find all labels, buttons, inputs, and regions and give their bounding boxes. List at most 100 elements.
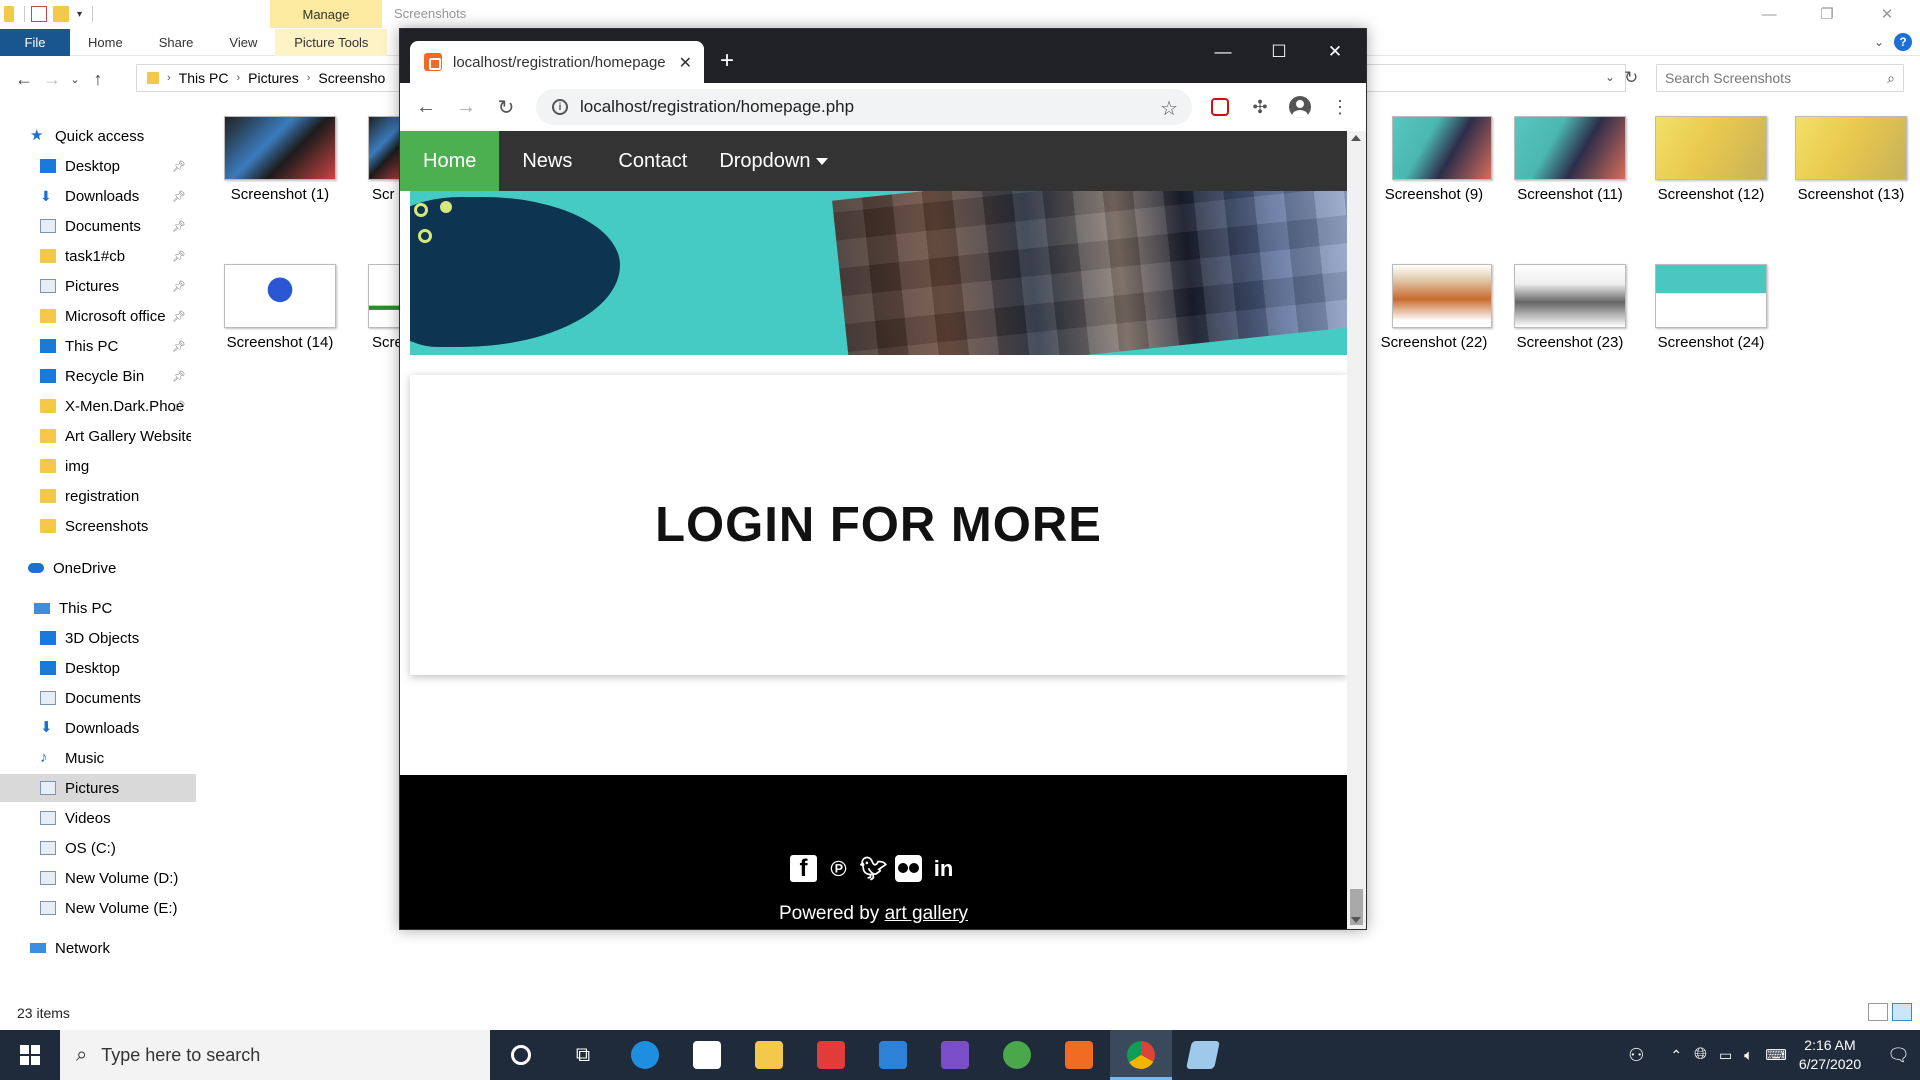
chrome-app[interactable]: [1110, 1030, 1172, 1080]
file-item[interactable]: Scre: [360, 264, 400, 351]
chevron-up-icon[interactable]: ⌃: [1670, 1047, 1682, 1064]
breadcrumb-screenshots[interactable]: Screensho: [318, 70, 385, 86]
nav-home-link[interactable]: Home: [400, 131, 500, 191]
store-app[interactable]: [676, 1030, 738, 1080]
forward-arrow-icon[interactable]: →: [452, 93, 480, 121]
notifications-icon[interactable]: 🗨︎: [1887, 1045, 1910, 1066]
sidebar-item-quick[interactable]: Documents 📌︎: [40, 212, 196, 240]
scroll-down-arrow-icon[interactable]: [1351, 917, 1361, 923]
back-arrow-icon[interactable]: ←: [10, 69, 38, 90]
sidebar-item-pc[interactable]: ⬇ Downloads: [40, 714, 196, 742]
sidebar-item-pc[interactable]: 3D Objects: [40, 624, 196, 652]
restore-button[interactable]: ❐: [1804, 0, 1850, 28]
address-dropdown-icon[interactable]: ⌄: [1605, 70, 1615, 84]
file-item[interactable]: Screenshot (22): [1364, 264, 1504, 351]
close-button[interactable]: ✕: [1864, 0, 1910, 28]
flickr-icon[interactable]: [895, 855, 922, 882]
sidebar-item-pc[interactable]: Desktop: [40, 654, 196, 682]
pin-icon[interactable]: 📌︎: [172, 280, 186, 293]
sidebar-item-quick-access[interactable]: ★ Quick access: [30, 122, 196, 150]
twitter-icon[interactable]: 🐦︎: [860, 855, 888, 882]
nav-contact-link[interactable]: Contact: [595, 131, 710, 191]
pin-icon[interactable]: 📌︎: [172, 340, 186, 353]
linkedin-icon[interactable]: in: [930, 855, 957, 882]
new-folder-icon[interactable]: [53, 6, 69, 22]
keyboard-icon[interactable]: ⌨: [1765, 1046, 1787, 1064]
cortana-button[interactable]: [490, 1030, 552, 1080]
refresh-icon[interactable]: ↻: [1624, 68, 1638, 88]
sidebar-item-quick[interactable]: ⬇ Downloads 📌︎: [40, 182, 196, 210]
expand-ribbon-icon[interactable]: ⌄: [1874, 35, 1884, 49]
volume-icon[interactable]: 🔈︎: [1744, 1047, 1753, 1064]
photos-app[interactable]: [1172, 1030, 1234, 1080]
large-icons-view-icon[interactable]: [1892, 1003, 1912, 1021]
sidebar-item-network[interactable]: Network: [30, 934, 196, 962]
visual-studio-app[interactable]: [924, 1030, 986, 1080]
art-gallery-link[interactable]: art gallery: [885, 903, 968, 924]
forward-arrow-icon[interactable]: →: [38, 69, 66, 90]
sidebar-item-pc[interactable]: New Volume (D:): [40, 864, 196, 892]
tab-share[interactable]: Share: [141, 29, 212, 56]
sidebar-item-onedrive[interactable]: OneDrive: [28, 554, 196, 582]
file-item[interactable]: Screenshot (24): [1641, 264, 1781, 351]
breadcrumb-this-pc[interactable]: This PC: [179, 70, 229, 86]
close-button[interactable]: ✕: [1312, 37, 1358, 67]
breadcrumb-pictures[interactable]: Pictures: [248, 70, 299, 86]
back-arrow-icon[interactable]: ←: [412, 93, 440, 121]
tab-view[interactable]: View: [211, 29, 275, 56]
pin-icon[interactable]: 📌︎: [172, 250, 186, 263]
search-input[interactable]: Search Screenshots ⌕: [1656, 64, 1904, 92]
sidebar-item-pc[interactable]: ♪ Music: [40, 744, 196, 772]
customize-dropdown-icon[interactable]: ▾: [77, 9, 82, 20]
sidebar-item-quick[interactable]: Microsoft office 📌︎: [40, 302, 196, 330]
pin-icon[interactable]: 📌︎: [172, 220, 186, 233]
sidebar-item-quick[interactable]: Art Gallery Website: [40, 422, 196, 450]
sidebar-item-pc[interactable]: Documents: [40, 684, 196, 712]
manage-tab[interactable]: Manage: [270, 0, 382, 28]
file-item[interactable]: Screenshot (13): [1781, 116, 1920, 203]
sidebar-item-quick[interactable]: Pictures 📌︎: [40, 272, 196, 300]
file-item[interactable]: Screenshot (14): [210, 264, 350, 351]
file-explorer-app[interactable]: [738, 1030, 800, 1080]
pocket-extension-icon[interactable]: [1206, 93, 1234, 121]
page-scrollbar[interactable]: [1347, 131, 1366, 929]
tab-picture-tools[interactable]: Picture Tools: [275, 28, 388, 56]
sidebar-item-quick[interactable]: registration: [40, 482, 196, 510]
close-tab-icon[interactable]: ✕: [679, 53, 692, 73]
file-item[interactable]: Screenshot (1): [210, 116, 350, 203]
start-button[interactable]: [0, 1030, 60, 1080]
pin-icon[interactable]: 📌︎: [172, 190, 186, 203]
details-view-icon[interactable]: [1868, 1003, 1888, 1021]
minimize-button[interactable]: —: [1200, 37, 1246, 67]
utorrent-app[interactable]: [986, 1030, 1048, 1080]
nav-dropdown-button[interactable]: Dropdown: [710, 131, 851, 191]
sidebar-item-quick[interactable]: Recycle Bin 📌︎: [40, 362, 196, 390]
scroll-up-arrow-icon[interactable]: [1351, 135, 1361, 141]
facebook-icon[interactable]: f: [790, 855, 817, 882]
battery-icon[interactable]: ▭: [1719, 1047, 1732, 1064]
xampp-app[interactable]: [1048, 1030, 1110, 1080]
up-arrow-icon[interactable]: ↑: [84, 69, 112, 90]
file-item[interactable]: Scr: [360, 116, 400, 203]
maximize-button[interactable]: ☐: [1256, 37, 1302, 67]
globe-icon[interactable]: 🌐︎: [1694, 1046, 1707, 1064]
sidebar-item-this-pc[interactable]: This PC: [34, 594, 196, 622]
address-bar[interactable]: i localhost/registration/homepage.php ☆: [536, 89, 1192, 125]
file-item[interactable]: Screenshot (11): [1500, 116, 1640, 203]
sidebar-item-pc[interactable]: OS (C:): [40, 834, 196, 862]
sidebar-item-pc[interactable]: New Volume (E:): [40, 894, 196, 922]
sidebar-item-quick[interactable]: Desktop 📌︎: [40, 152, 196, 180]
tab-file[interactable]: File: [0, 28, 70, 56]
reload-icon[interactable]: ↻: [492, 93, 520, 121]
edge-app[interactable]: [614, 1030, 676, 1080]
minimize-button[interactable]: —: [1746, 0, 1792, 28]
clock[interactable]: 2:16 AM 6/27/2020: [1799, 1036, 1861, 1074]
sidebar-item-pc[interactable]: Pictures: [0, 774, 196, 802]
bookmark-star-icon[interactable]: ☆: [1160, 96, 1178, 121]
mail-app[interactable]: [862, 1030, 924, 1080]
task-view-button[interactable]: ⧉: [552, 1030, 614, 1080]
help-icon[interactable]: ?: [1894, 33, 1912, 51]
new-tab-button[interactable]: +: [720, 47, 734, 75]
menu-kebab-icon[interactable]: ⋮: [1326, 93, 1354, 121]
people-icon[interactable]: ⚇: [1628, 1045, 1644, 1066]
